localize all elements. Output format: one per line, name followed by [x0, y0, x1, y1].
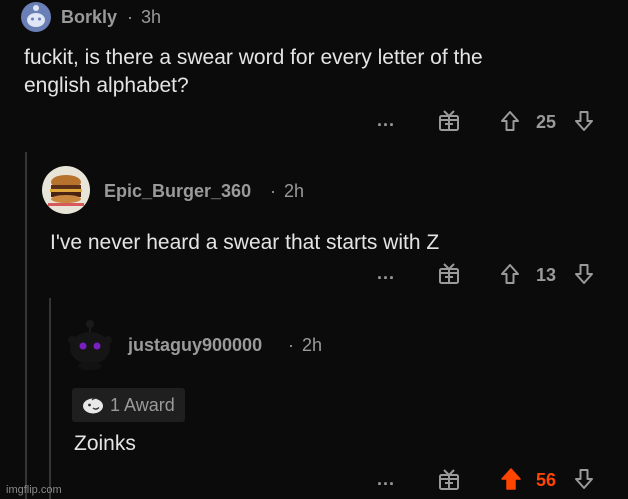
- more-options-button[interactable]: ...: [377, 263, 395, 284]
- vote-count: 25: [536, 112, 557, 132]
- comment-body-line: Zoinks: [74, 432, 136, 455]
- avatar[interactable]: [21, 2, 51, 32]
- downvote-icon: [575, 264, 593, 284]
- upvote-button[interactable]: [500, 110, 520, 132]
- award-icon: [83, 397, 103, 414]
- vote-count: 56: [536, 470, 557, 490]
- upvote-icon: [501, 111, 519, 131]
- more-options-button[interactable]: ...: [377, 110, 395, 131]
- upvote-button[interactable]: [500, 263, 520, 285]
- gift-award-button[interactable]: [438, 108, 460, 132]
- comment-body: Zoinks: [74, 430, 574, 458]
- comment-time[interactable]: 2h: [284, 181, 304, 202]
- gift-icon: [439, 469, 459, 490]
- comment-body-line: fuckit, is there a swear word for every …: [24, 46, 483, 69]
- comment-username[interactable]: Borkly: [61, 7, 117, 28]
- comment-username[interactable]: Epic_Burger_360: [104, 181, 251, 202]
- comment-body: I've never heard a swear that starts wit…: [50, 229, 610, 257]
- watermark: imgflip.com: [6, 484, 62, 496]
- meta-separator: ·: [127, 7, 133, 27]
- downvote-icon: [575, 111, 593, 131]
- comment-body-line: I've never heard a swear that starts wit…: [50, 231, 440, 254]
- upvote-icon: [501, 264, 519, 284]
- dark-snoo-avatar-icon: [68, 320, 112, 370]
- snoo-avatar-icon: [21, 2, 51, 32]
- gift-award-button[interactable]: [438, 261, 460, 285]
- vote-count: 13: [536, 265, 557, 285]
- downvote-button[interactable]: [574, 468, 594, 490]
- downvote-button[interactable]: [574, 110, 594, 132]
- meta-separator: ·: [270, 181, 276, 201]
- comment-time[interactable]: 2h: [302, 335, 322, 356]
- gift-icon: [439, 110, 459, 131]
- comment-time[interactable]: 3h: [141, 7, 161, 28]
- award-badge[interactable]: 1 Award: [72, 388, 185, 422]
- gift-icon: [439, 263, 459, 284]
- meta-separator: ·: [288, 335, 294, 355]
- award-label: 1 Award: [110, 394, 175, 415]
- more-options-button[interactable]: ...: [377, 469, 395, 490]
- upvote-button-active[interactable]: [500, 467, 522, 491]
- burger-avatar-icon: [42, 166, 90, 214]
- avatar[interactable]: [42, 166, 90, 214]
- thread-line-2[interactable]: [49, 298, 51, 499]
- avatar[interactable]: [66, 318, 114, 370]
- comment-body: fuckit, is there a swear word for every …: [24, 44, 614, 100]
- downvote-icon: [575, 469, 593, 489]
- comment-username[interactable]: justaguy900000: [128, 335, 262, 356]
- gift-award-button[interactable]: [438, 467, 460, 491]
- comment-body-line: english alphabet?: [24, 74, 189, 97]
- thread-line-1[interactable]: [25, 152, 27, 499]
- upvote-filled-icon: [501, 468, 521, 490]
- downvote-button[interactable]: [574, 263, 594, 285]
